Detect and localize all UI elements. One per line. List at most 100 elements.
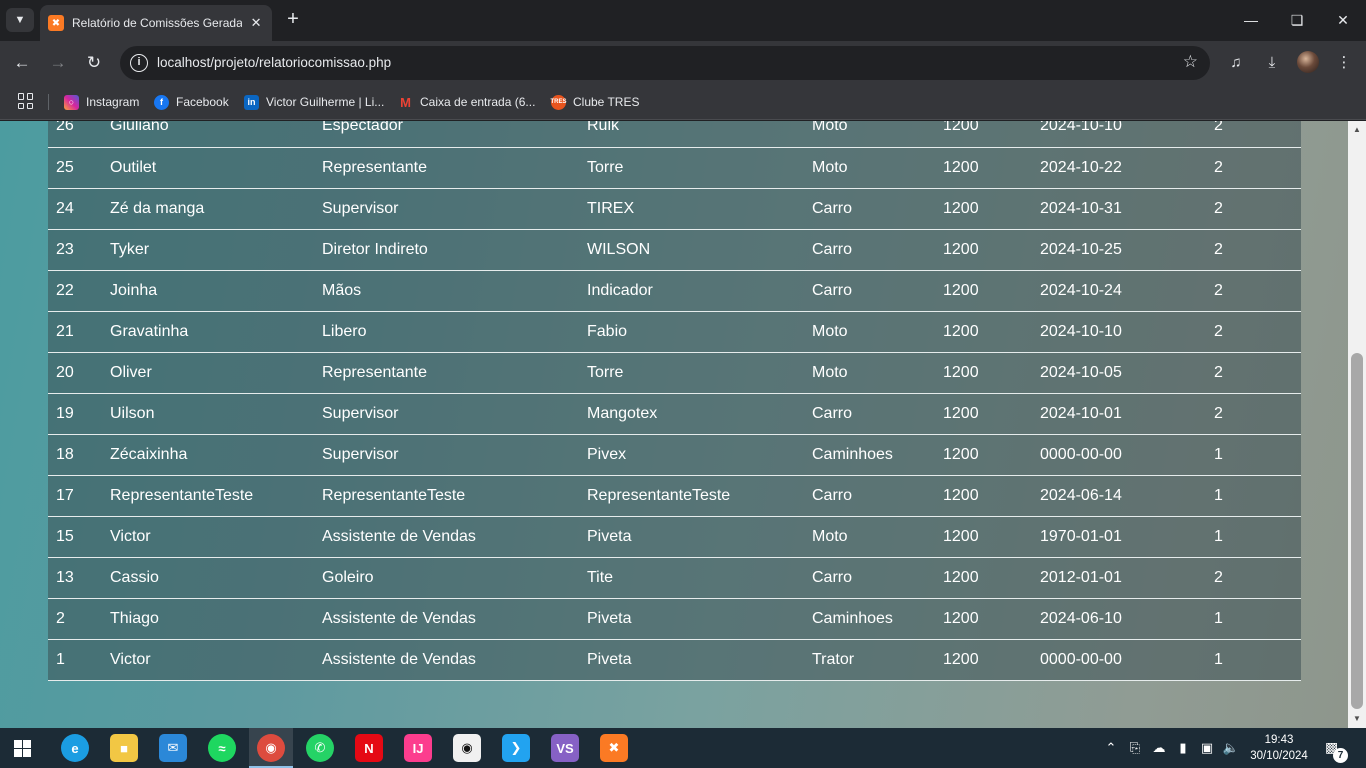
cell-client: WILSON <box>579 229 804 271</box>
cell-count: 1 <box>1206 639 1301 681</box>
close-window-button[interactable]: ✕ <box>1320 8 1366 32</box>
cell-id: 24 <box>48 188 102 230</box>
chevron-up-icon[interactable]: ⌃ <box>1102 740 1120 756</box>
bookmark-instagram[interactable]: ○ Instagram <box>64 92 139 112</box>
bookmark-label: Facebook <box>176 95 229 109</box>
mail-icon[interactable]: ✉ <box>159 734 187 762</box>
bookmark-clube-tres[interactable]: TRES Clube TRES <box>551 92 639 112</box>
spotify-icon[interactable]: ≈ <box>208 734 236 762</box>
cell-vehicle: Carro <box>804 557 935 599</box>
table-row: 13 Cassio Goleiro Tite Carro 1200 2012-01-01 2 <box>48 557 1301 599</box>
usb-icon[interactable]: ⎘ <box>1126 740 1144 756</box>
cell-role: Assistente de Vendas <box>314 598 579 640</box>
scroll-up-arrow[interactable]: ▲ <box>1348 123 1366 137</box>
table-row: 26 Giuliano Espectador Rulk Moto 1200 2024-10-… <box>48 121 1301 148</box>
file-explorer-icon[interactable]: ■ <box>110 734 138 762</box>
cell-value: 1200 <box>935 352 1032 394</box>
edge-icon[interactable]: e <box>61 734 89 762</box>
menu-kebab-icon[interactable]: ⋮ <box>1332 51 1356 75</box>
cell-name: Tyker <box>102 229 314 271</box>
cell-client: RepresentanteTeste <box>579 475 804 517</box>
network-icon[interactable]: ▣ <box>1198 740 1216 756</box>
cell-client: Indicador <box>579 270 804 312</box>
bookmark-facebook[interactable]: f Facebook <box>154 92 229 112</box>
onedrive-cloud-icon[interactable]: ☁ <box>1150 740 1168 756</box>
vscode-icon[interactable]: ❯ <box>502 734 530 762</box>
cell-value: 1200 <box>935 229 1032 271</box>
cell-count: 2 <box>1206 557 1301 599</box>
minimize-button[interactable]: — <box>1228 8 1274 32</box>
cell-client: Piveta <box>579 639 804 681</box>
cell-count: 1 <box>1206 598 1301 640</box>
cell-vehicle: Trator <box>804 639 935 681</box>
cell-value: 1200 <box>935 311 1032 353</box>
page-viewport: 26 Giuliano Espectador Rulk Moto 1200 2024-10-… <box>0 121 1348 728</box>
bookmark-linkedin[interactable]: in Victor Guilherme | Li... <box>244 92 384 112</box>
table-row: 15 Victor Assistente de Vendas Piveta Moto 12… <box>48 516 1301 558</box>
system-clock[interactable]: 19:43 30/10/2024 <box>1244 732 1314 764</box>
cell-id: 2 <box>48 598 102 640</box>
cell-date: 0000-00-00 <box>1032 639 1206 681</box>
cell-name: Joinha <box>102 270 314 312</box>
cell-value: 1200 <box>935 270 1032 312</box>
battery-icon[interactable]: ▮ <box>1174 740 1192 756</box>
cell-name: Zé da manga <box>102 188 314 230</box>
cell-date: 2024-10-10 <box>1032 311 1206 353</box>
bookmark-label: Caixa de entrada (6... <box>420 95 536 109</box>
github-icon[interactable]: ◉ <box>453 734 481 762</box>
windows-start-icon[interactable] <box>14 740 31 757</box>
cell-role: Supervisor <box>314 434 579 476</box>
apps-grid-icon[interactable] <box>18 93 34 109</box>
scroll-down-arrow[interactable]: ▼ <box>1348 712 1366 726</box>
chrome-icon[interactable]: ◉ <box>257 734 285 762</box>
cell-value: 1200 <box>935 188 1032 230</box>
cell-client: Piveta <box>579 516 804 558</box>
forward-button[interactable]: → <box>46 51 70 75</box>
download-icon[interactable]: ⤓ <box>1260 51 1284 75</box>
cell-count: 2 <box>1206 270 1301 312</box>
intellij-icon[interactable]: IJ <box>404 734 432 762</box>
info-icon[interactable]: i <box>130 54 148 72</box>
url-text[interactable]: localhost/projeto/relatoriocomissao.php <box>157 55 391 70</box>
cell-client: TIREX <box>579 188 804 230</box>
media-control-icon[interactable]: ♫ <box>1224 51 1248 75</box>
tab-title: Relatório de Comissões Geradas <box>72 16 243 30</box>
tab-relatorio[interactable]: ✖ Relatório de Comissões Geradas ✕ <box>40 5 272 41</box>
bookmark-gmail[interactable]: M Caixa de entrada (6... <box>398 92 535 112</box>
cell-date: 1970-01-01 <box>1032 516 1206 558</box>
star-icon[interactable]: ☆ <box>1183 52 1198 72</box>
profile-avatar[interactable] <box>1297 51 1319 73</box>
close-icon[interactable]: ✕ <box>248 15 264 31</box>
cell-count: 2 <box>1206 311 1301 353</box>
cell-id: 23 <box>48 229 102 271</box>
volume-icon[interactable]: 🔈 <box>1222 740 1240 756</box>
arrow-left-icon: ← <box>13 53 31 72</box>
cell-vehicle: Moto <box>804 352 935 394</box>
xampp-icon[interactable]: ✖ <box>600 734 628 762</box>
cell-value: 1200 <box>935 393 1032 435</box>
maximize-button[interactable]: ❏ <box>1274 8 1320 32</box>
cell-client: Piveta <box>579 598 804 640</box>
cell-date: 2024-10-10 <box>1032 121 1206 148</box>
report-table-body: 26 Giuliano Espectador Rulk Moto 1200 2024-10-… <box>48 121 1301 681</box>
cell-role: Espectador <box>314 121 579 148</box>
windows-taskbar: e ■ ✉ ≈ ◉ ✆ N IJ ◉ ❯ VS ✖ ⌃ ⎘ ☁ ▮ ▣ 🔈 19:43 30/10/2… <box>0 728 1366 768</box>
cell-name: Zécaixinha <box>102 434 314 476</box>
page-scrollbar[interactable]: ▲ ▼ <box>1348 121 1366 728</box>
visual-studio-icon[interactable]: VS <box>551 734 579 762</box>
netflix-icon[interactable]: N <box>355 734 383 762</box>
cell-id: 21 <box>48 311 102 353</box>
whatsapp-icon[interactable]: ✆ <box>306 734 334 762</box>
scroll-thumb[interactable] <box>1351 353 1363 709</box>
reload-button[interactable]: ↻ <box>82 51 106 75</box>
address-bar[interactable]: i localhost/projeto/relatoriocomissao.ph… <box>120 46 1210 80</box>
cell-value: 1200 <box>935 147 1032 189</box>
cell-date: 2024-10-24 <box>1032 270 1206 312</box>
bookmarks-separator <box>48 94 49 110</box>
cell-name: Oliver <box>102 352 314 394</box>
cell-role: Representante <box>314 352 579 394</box>
back-button[interactable]: ← <box>10 51 34 75</box>
tab-search-button[interactable]: ▼ <box>6 8 34 32</box>
new-tab-button[interactable]: + <box>282 9 304 31</box>
bookmark-label: Clube TRES <box>573 95 640 109</box>
